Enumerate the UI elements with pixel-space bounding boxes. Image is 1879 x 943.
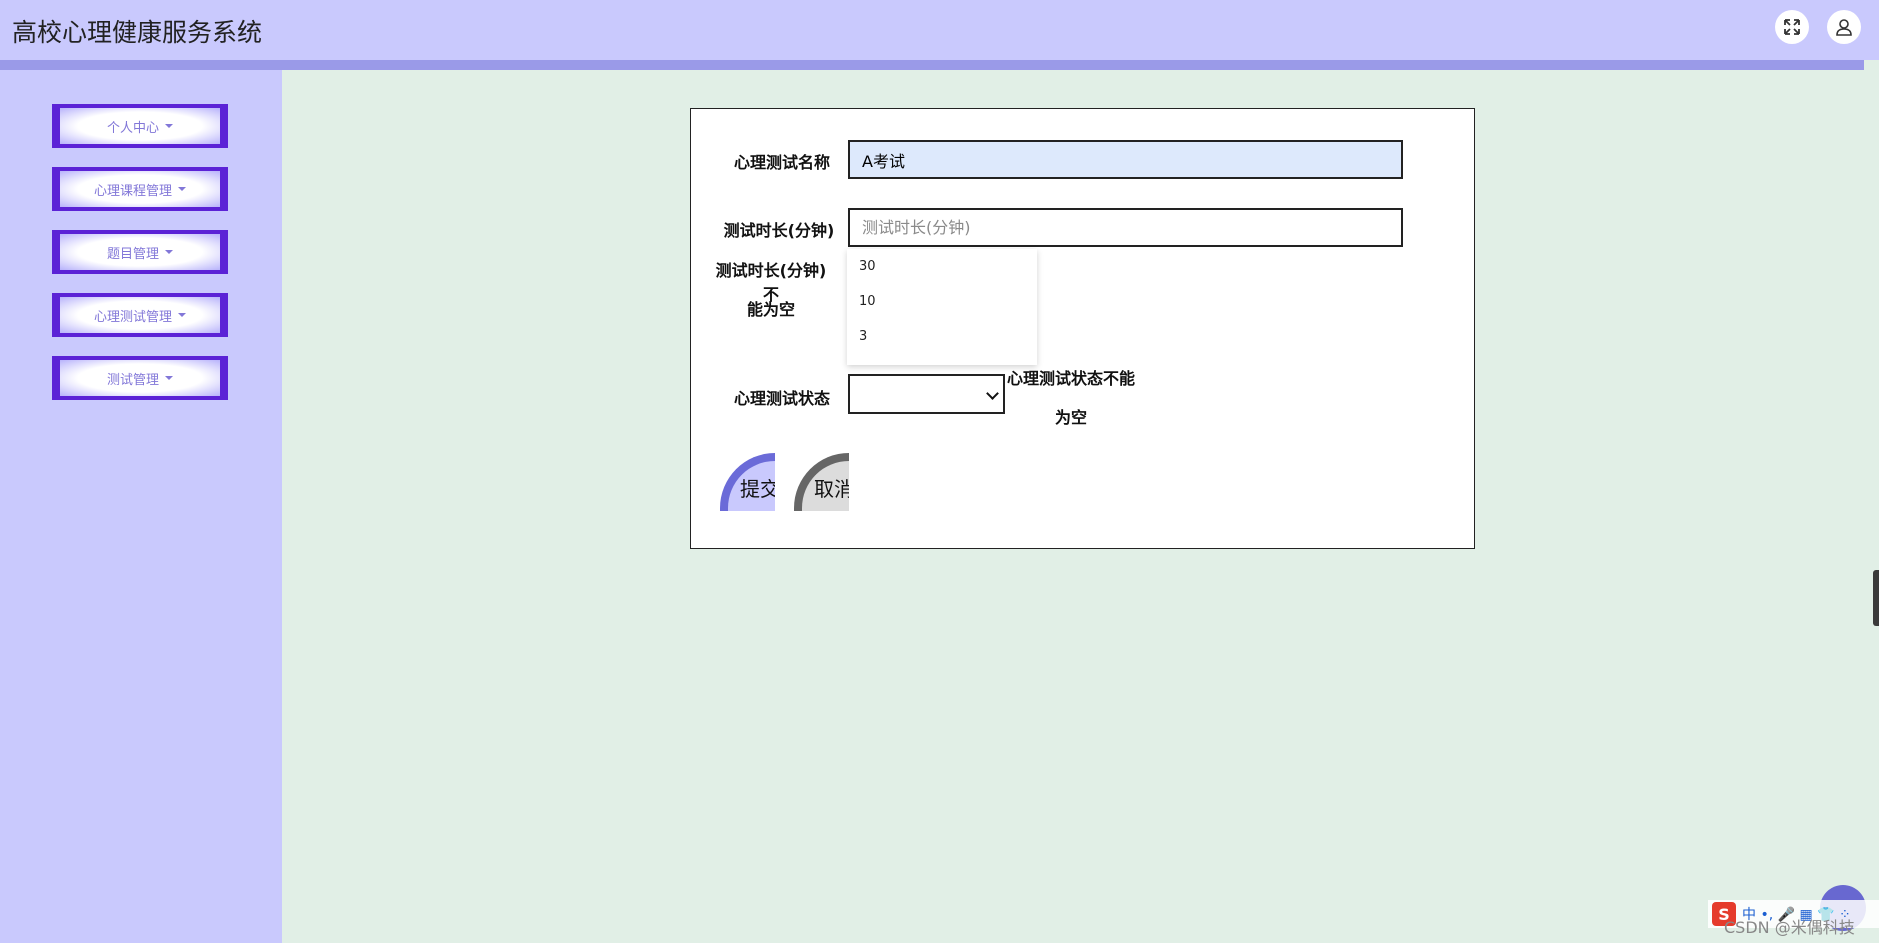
- duration-suggestions: 30 10 3: [847, 249, 1037, 365]
- cancel-label: 取消: [814, 477, 849, 501]
- status-error-line1: 心理测试状态不能: [1006, 369, 1135, 388]
- caret-down-icon: [165, 250, 173, 254]
- submit-label: 提交: [740, 477, 775, 501]
- app-title: 高校心理健康服务系统: [12, 18, 263, 47]
- suggestion-item[interactable]: 10: [847, 284, 1037, 319]
- test-form: 心理测试名称 测试时长(分钟) 测试时长(分钟)不 能为空 30 10 3 心理…: [690, 108, 1475, 549]
- caret-down-icon: [178, 313, 186, 317]
- caret-down-icon: [165, 124, 173, 128]
- caret-down-icon: [178, 187, 186, 191]
- name-label: 心理测试名称: [733, 153, 830, 172]
- side-drawer-handle[interactable]: [1873, 570, 1879, 626]
- cancel-button[interactable]: 取消: [794, 453, 849, 511]
- sidebar-item-label: 测试管理: [106, 372, 159, 388]
- sidebar-item-question-management[interactable]: 题目管理: [52, 230, 228, 274]
- top-bar: 高校心理健康服务系统: [0, 0, 1879, 60]
- sidebar-item-label: 个人中心: [106, 120, 159, 136]
- sidebar-item-course-management[interactable]: 心理课程管理: [52, 167, 228, 211]
- status-label: 心理测试状态: [733, 389, 830, 408]
- test-name-input[interactable]: [848, 140, 1403, 179]
- sidebar-item-psych-test-management[interactable]: 心理测试管理: [52, 293, 228, 337]
- duration-label: 测试时长(分钟): [723, 221, 835, 240]
- suggestion-item[interactable]: 30: [847, 249, 1037, 284]
- status-error-line2: 为空: [1054, 408, 1087, 427]
- fullscreen-icon[interactable]: [1775, 10, 1809, 44]
- sidebar-item-label: 题目管理: [106, 246, 159, 262]
- sidebar: 个人中心 心理课程管理 题目管理 心理测试管理 测试管理: [0, 70, 282, 943]
- chevron-down-icon: [986, 387, 999, 400]
- sidebar-item-personal-center[interactable]: 个人中心: [52, 104, 228, 148]
- duration-error-line2: 能为空: [746, 300, 795, 319]
- sidebar-item-label: 心理测试管理: [93, 309, 172, 325]
- status-select[interactable]: [848, 374, 1005, 414]
- caret-down-icon: [165, 376, 173, 380]
- submit-button[interactable]: 提交: [720, 453, 775, 511]
- suggestion-item[interactable]: 3: [847, 319, 1037, 354]
- user-icon[interactable]: [1827, 10, 1861, 44]
- sidebar-item-label: 心理课程管理: [93, 183, 172, 199]
- header-divider: [0, 60, 1864, 70]
- watermark: CSDN @米偶科技: [1724, 918, 1855, 937]
- duration-input[interactable]: [848, 208, 1403, 247]
- sidebar-item-test-management[interactable]: 测试管理: [52, 356, 228, 400]
